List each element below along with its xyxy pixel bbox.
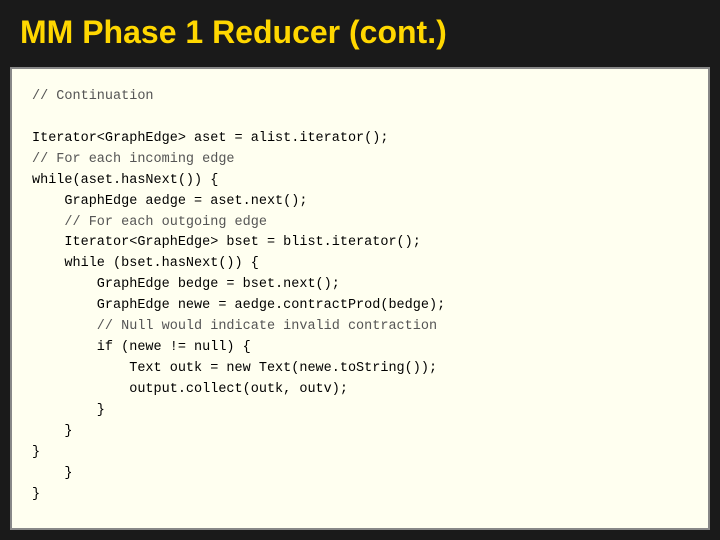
code-line: GraphEdge newe = aedge.contractProd(bedg… — [32, 298, 445, 313]
code-line: // For each outgoing edge — [32, 215, 267, 230]
code-line: } — [32, 445, 40, 460]
code-line: GraphEdge aedge = aset.next(); — [32, 194, 307, 209]
slide: MM Phase 1 Reducer (cont.) // Continuati… — [0, 0, 720, 540]
code-block: // Continuation Iterator<GraphEdge> aset… — [32, 87, 688, 505]
code-line: if (newe != null) { — [32, 340, 251, 355]
code-line: Iterator<GraphEdge> aset = alist.iterato… — [32, 131, 388, 146]
code-line: // Continuation — [32, 89, 154, 104]
code-line: } — [32, 424, 73, 439]
code-line: } — [32, 466, 73, 481]
code-line: while(aset.hasNext()) { — [32, 173, 218, 188]
slide-title: MM Phase 1 Reducer (cont.) — [20, 14, 447, 50]
code-line: } — [32, 403, 105, 418]
code-line: GraphEdge bedge = bset.next(); — [32, 277, 340, 292]
code-line: // Null would indicate invalid contracti… — [32, 319, 437, 334]
content-area: // Continuation Iterator<GraphEdge> aset… — [10, 67, 710, 530]
code-line: Text outk = new Text(newe.toString()); — [32, 361, 437, 376]
code-line: Iterator<GraphEdge> bset = blist.iterato… — [32, 235, 421, 250]
code-line: output.collect(outk, outv); — [32, 382, 348, 397]
code-line: while (bset.hasNext()) { — [32, 256, 259, 271]
code-line: } — [32, 487, 40, 502]
title-bar: MM Phase 1 Reducer (cont.) — [0, 0, 720, 63]
code-line: // For each incoming edge — [32, 152, 235, 167]
